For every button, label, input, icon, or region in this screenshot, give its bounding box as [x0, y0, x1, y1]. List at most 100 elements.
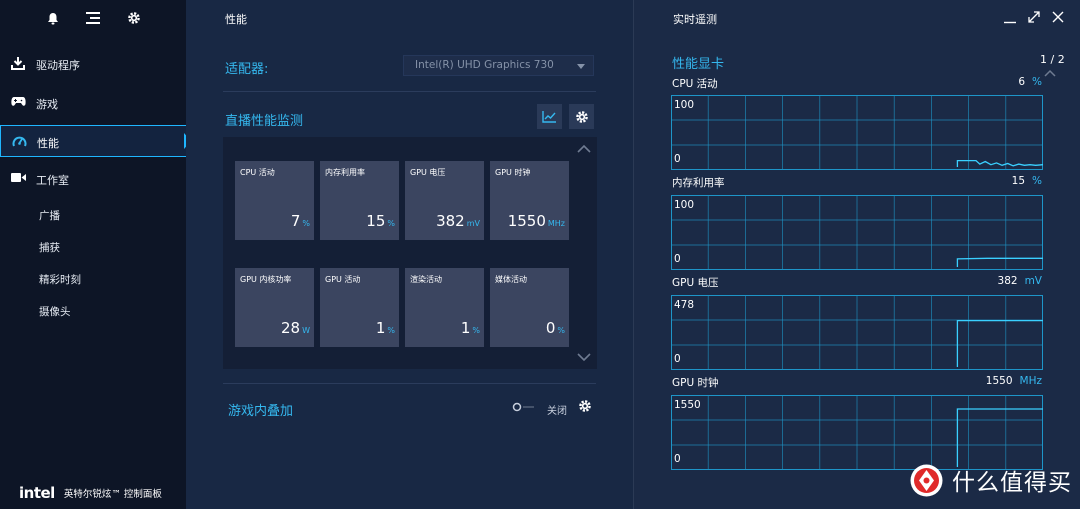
tile-unit: W	[302, 326, 310, 335]
graph-ymin-label: 0	[674, 453, 681, 465]
sidebar-item-label: 驱动程序	[36, 59, 80, 72]
adapter-select[interactable]: Intel(R) UHD Graphics 730	[403, 55, 594, 76]
tile-unit: mV	[466, 219, 480, 228]
sidebar-subitem-camera[interactable]: 摄像头	[39, 304, 71, 319]
graph-unit: %	[1032, 175, 1042, 187]
panel-divider	[633, 0, 634, 509]
graph-unit: MHz	[1019, 375, 1042, 387]
graph-ymin-label: 0	[674, 253, 681, 265]
tile-label: 媒体活动	[495, 275, 527, 284]
section-title-in-game-overlay: 游戏内叠加	[228, 404, 294, 419]
bell-icon[interactable]	[45, 10, 61, 26]
divider	[223, 383, 596, 384]
telemetry-panel: 实时遥测 性能显卡 1 / 2 CPU 活动 6% 100 0 内存利用率 15%…	[633, 0, 1080, 509]
graph-unit: mV	[1024, 275, 1042, 287]
download-icon	[11, 57, 25, 70]
metric-tile-render-activity[interactable]: 渲染活动 1%	[405, 268, 484, 347]
sidebar-item-drivers[interactable]: 驱动程序	[0, 48, 186, 80]
graph-ymin-label: 0	[674, 353, 681, 365]
graph-label: GPU 时钟	[672, 377, 719, 389]
metric-tile-cpu-activity[interactable]: CPU 活动 7%	[235, 161, 314, 240]
metric-tile-gpu-voltage[interactable]: GPU 电压 382 mV	[405, 161, 484, 240]
graph-unit: %	[1032, 76, 1042, 88]
graph-value: 6	[1018, 76, 1026, 88]
graph-memory: 100 0	[671, 195, 1043, 270]
intel-logo: intel	[19, 484, 55, 502]
graph-label: CPU 活动	[672, 78, 718, 90]
sidebar-subitem-capture[interactable]: 捕获	[39, 240, 60, 255]
gear-icon	[575, 110, 589, 124]
graph-value: 1550	[985, 375, 1013, 387]
sidebar-subitem-broadcast[interactable]: 广播	[39, 208, 60, 223]
graph-ymin-label: 0	[674, 153, 681, 165]
menu-lines-icon[interactable]	[85, 10, 101, 26]
brand: intel 英特尔锐炫™ 控制面板	[19, 484, 162, 502]
tile-value: 0	[545, 319, 556, 337]
graph-gpu-clock: 1550 0	[671, 395, 1043, 470]
adapter-label: 适配器:	[225, 62, 269, 77]
watermark: 什么值得买	[910, 463, 1072, 497]
tile-value: 1	[460, 319, 471, 337]
metric-tile-memory[interactable]: 内存利用率 15%	[320, 161, 399, 240]
graph-value: 15	[1011, 175, 1026, 187]
metric-tile-gpu-core-power[interactable]: GPU 内核功率 28 W	[235, 268, 314, 347]
metric-tile-media-activity[interactable]: 媒体活动 0%	[490, 268, 569, 347]
close-icon[interactable]	[1051, 10, 1065, 24]
expand-icon[interactable]	[1027, 10, 1041, 24]
tile-value: 1	[375, 319, 386, 337]
sidebar-subitem-highlights[interactable]: 精彩时刻	[39, 272, 81, 287]
stream-settings-button[interactable]	[569, 104, 594, 129]
divider	[223, 91, 596, 92]
overlay-toggle-switch[interactable]	[512, 401, 536, 413]
telemetry-title: 实时遥测	[673, 13, 717, 26]
sidebar-toolbar	[0, 0, 186, 36]
gamepad-icon	[11, 96, 26, 107]
tile-value: 1550	[507, 212, 546, 230]
graph-label: GPU 电压	[672, 277, 719, 289]
sidebar-item-label: 性能	[37, 137, 59, 150]
tile-label: GPU 内核功率	[240, 275, 292, 284]
minimize-icon[interactable]	[1003, 10, 1017, 24]
speedometer-icon	[12, 135, 27, 148]
page-title: 性能	[225, 13, 247, 26]
tile-label: CPU 活动	[240, 168, 275, 177]
chevron-down-icon[interactable]	[577, 352, 591, 362]
graph-ymax-label: 100	[674, 99, 694, 111]
sidebar: 驱动程序 游戏 性能 工作室 广播 捕获 精彩时刻 摄像头 intel 英特尔锐…	[0, 0, 191, 509]
overlay-settings-gear-icon[interactable]	[578, 399, 592, 413]
section-title-stream-monitor: 直播性能监测	[225, 114, 304, 129]
graph-ymax-label: 1550	[674, 399, 701, 411]
sidebar-item-performance[interactable]: 性能	[0, 125, 186, 157]
metric-tile-gpu-activity[interactable]: GPU 活动 1%	[320, 268, 399, 347]
tile-value: 15	[366, 212, 386, 230]
watermark-logo-icon	[910, 464, 943, 496]
adapter-select-value: Intel(R) UHD Graphics 730	[415, 59, 554, 71]
tile-label: GPU 电压	[410, 168, 446, 177]
sidebar-item-label: 工作室	[36, 174, 69, 187]
chevron-up-icon[interactable]	[577, 144, 591, 154]
tile-value: 7	[290, 212, 301, 230]
tile-value: 382	[436, 212, 465, 230]
performance-panel: 性能 适配器: Intel(R) UHD Graphics 730 直播性能监测…	[186, 0, 633, 509]
sidebar-item-studio[interactable]: 工作室	[0, 163, 186, 195]
tile-label: 渲染活动	[410, 275, 442, 284]
line-chart-icon	[542, 110, 557, 123]
graph-label: 内存利用率	[672, 177, 725, 189]
metric-tile-gpu-clock[interactable]: GPU 时钟 1550 MHz	[490, 161, 569, 240]
sidebar-item-label: 游戏	[36, 98, 58, 111]
gear-icon[interactable]	[126, 10, 142, 26]
caret-down-icon	[577, 64, 585, 69]
sidebar-item-games[interactable]: 游戏	[0, 87, 186, 119]
page-up-chevron-icon[interactable]	[1044, 69, 1056, 77]
chart-view-button[interactable]	[537, 104, 562, 129]
tile-unit: %	[302, 219, 310, 228]
page-indicator: 1 / 2	[1040, 53, 1065, 66]
brand-name: 英特尔锐炫™ 控制面板	[63, 489, 162, 500]
telemetry-subtitle: 性能显卡	[672, 57, 725, 72]
graph-ymax-label: 100	[674, 199, 694, 211]
tile-label: GPU 活动	[325, 275, 361, 284]
video-camera-icon	[11, 172, 26, 183]
graph-gpu-voltage: 478 0	[671, 295, 1043, 370]
tile-label: 内存利用率	[325, 168, 365, 177]
tile-unit: %	[387, 326, 395, 335]
